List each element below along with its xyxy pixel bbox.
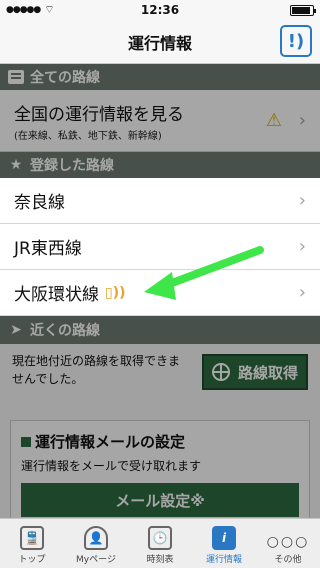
tab-timetable[interactable]: 🕒 時刻表	[128, 519, 192, 568]
mail-settings-panel: 運行情報メールの設定 運行情報をメールで受け取れます メール設定※	[10, 420, 310, 530]
tab-label: トップ	[18, 555, 46, 565]
section-header-registered: ★ 登録した路線	[0, 152, 320, 178]
square-bullet-icon	[21, 436, 31, 447]
chevron-right-icon: ›	[298, 110, 306, 131]
chevron-right-icon: ›	[298, 236, 306, 257]
signal-icon: ●●●●●	[6, 5, 41, 15]
tab-more[interactable]: ○○○ その他	[256, 519, 320, 568]
status-bar: ●●●●● ⌔ 12:36	[0, 0, 320, 20]
tab-service-info[interactable]: i 運行情報	[192, 519, 256, 568]
tab-label: Myページ	[76, 555, 116, 565]
line-label: 大阪環状線	[14, 285, 99, 305]
list-icon	[8, 70, 24, 84]
tab-label: 時刻表	[146, 555, 174, 565]
section-header-all: 全ての路線	[0, 64, 320, 90]
mail-settings-button[interactable]: メール設定※	[21, 483, 299, 517]
status-left: ●●●●● ⌔	[6, 3, 55, 17]
get-lines-button[interactable]: 路線取得	[202, 354, 308, 390]
wifi-icon: ⌔	[44, 3, 55, 16]
info-signal-icon[interactable]: !)	[280, 25, 312, 57]
section-header-nearby: ➤ 近くの路線	[0, 316, 320, 344]
line-label: 奈良線	[14, 193, 65, 213]
star-icon: ★	[9, 157, 23, 173]
timetable-icon: 🕒	[148, 526, 172, 550]
crosshair-icon	[211, 363, 230, 381]
line-label: JR東西線	[14, 239, 82, 259]
mail-description: 運行情報をメールで受け取れます	[21, 459, 202, 473]
all-lines-row[interactable]: 全国の運行情報を見る (在来線、私鉄、地下鉄、新幹線) ⚠ ›	[0, 90, 320, 152]
section-label-registered: 登録した路線	[30, 158, 114, 174]
tab-bar: 🚆 トップ 👤 Myページ 🕒 時刻表 i 運行情報 ○○○ その他	[0, 518, 320, 568]
mail-title: 運行情報メールの設定	[21, 431, 185, 452]
annotation-arrow	[144, 246, 264, 300]
section-label-nearby: 近くの路線	[30, 323, 100, 339]
navigation-bar: 運行情報 !)	[0, 20, 320, 64]
more-icon: ○○○	[266, 534, 310, 550]
tab-mypage[interactable]: 👤 Myページ	[64, 519, 128, 568]
section-label-all: 全ての路線	[30, 70, 100, 86]
nearby-message: 現在地付近の路線を取得できませんでした。	[12, 354, 181, 386]
tab-label: 運行情報	[205, 555, 242, 565]
warning-icon: ⚠	[265, 110, 282, 131]
info-signal-badge-icon: ▯))	[105, 284, 126, 301]
get-lines-label: 路線取得	[237, 363, 298, 382]
chevron-right-icon: ›	[298, 190, 306, 211]
line-row-nara[interactable]: 奈良線 ›	[0, 178, 320, 224]
train-icon: 🚆	[20, 526, 44, 550]
all-lines-label: 全国の運行情報を見る	[14, 104, 184, 125]
info-icon: i	[212, 526, 236, 550]
tab-label: その他	[274, 555, 302, 565]
nearby-panel: 現在地付近の路線を取得できませんでした。 路線取得	[0, 344, 320, 404]
all-lines-sublabel: (在来線、私鉄、地下鉄、新幹線)	[14, 130, 162, 142]
battery-icon	[290, 4, 316, 16]
location-arrow-icon: ➤	[10, 322, 22, 338]
tab-top[interactable]: 🚆 トップ	[0, 519, 64, 568]
chevron-right-icon: ›	[298, 282, 306, 303]
person-icon: 👤	[84, 526, 108, 550]
page-title: 運行情報	[127, 33, 192, 53]
mail-title-text: 運行情報メールの設定	[35, 433, 186, 451]
